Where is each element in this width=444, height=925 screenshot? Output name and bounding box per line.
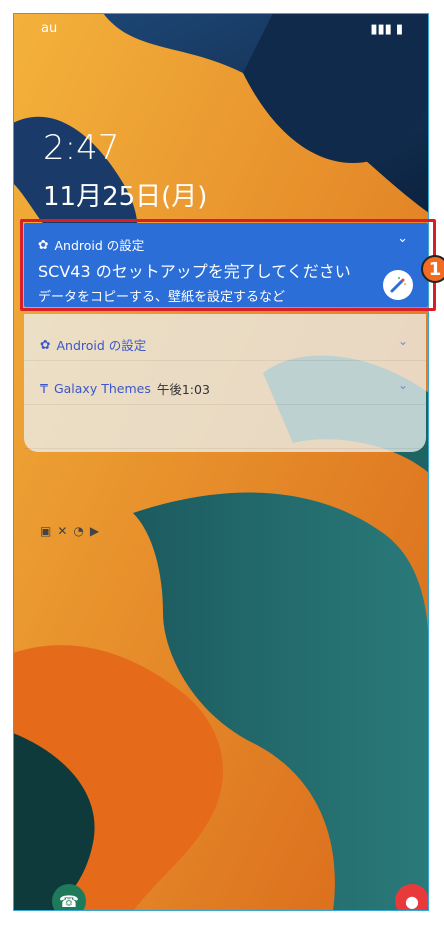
clock-date: 11月25日(月)	[43, 182, 208, 212]
carrier-label: au	[41, 21, 58, 36]
row-app-name: Android の設定	[56, 338, 147, 353]
phone-icon: ☎	[59, 891, 79, 911]
row-time: 午後1:03	[156, 382, 210, 397]
notification-row-icons: ▣ ✕ ◔ ▶	[24, 414, 426, 538]
lockscreen: au ▮▮▮ ▮ 2:47 11月25日(月) ☎ ●	[13, 13, 429, 911]
galaxy-themes-icon: ₸	[40, 381, 48, 396]
notification-row-android-settings[interactable]: ✿ Android の設定 ⌄	[24, 326, 426, 361]
chevron-down-icon[interactable]: ⌄	[398, 334, 408, 348]
clock-time: 2:47	[43, 128, 120, 168]
row-app-name: Galaxy Themes	[53, 381, 151, 396]
notification-row-galaxy-themes[interactable]: ₸ Galaxy Themes 午後1:03 ⌄	[24, 370, 426, 405]
play-icon: ▶	[89, 524, 100, 538]
arrow-icon: ◔	[73, 524, 84, 538]
chevron-down-icon[interactable]: ⌄	[398, 378, 408, 392]
camera-shortcut-button[interactable]: ●	[395, 884, 429, 911]
callout-number: 1	[421, 255, 444, 283]
notification-panel: ✿ Android の設定 ⌄ ₸ Galaxy Themes 午後1:03 ⌄…	[24, 314, 426, 538]
status-bar: au ▮▮▮ ▮	[29, 21, 413, 37]
system-icons: ▮▮▮ ▮	[370, 22, 403, 37]
signal-icon: ▮▮▮	[370, 22, 392, 37]
gear-icon: ✿	[40, 337, 51, 352]
icon-strip: ▣ ✕ ◔ ▶	[40, 524, 99, 538]
image-icon: ▣	[40, 524, 52, 538]
battery-icon: ▮	[395, 22, 403, 37]
camera-icon: ●	[405, 891, 419, 911]
phone-shortcut-button[interactable]: ☎	[52, 884, 86, 911]
tools-icon: ✕	[57, 524, 68, 538]
highlight-box	[20, 219, 436, 311]
